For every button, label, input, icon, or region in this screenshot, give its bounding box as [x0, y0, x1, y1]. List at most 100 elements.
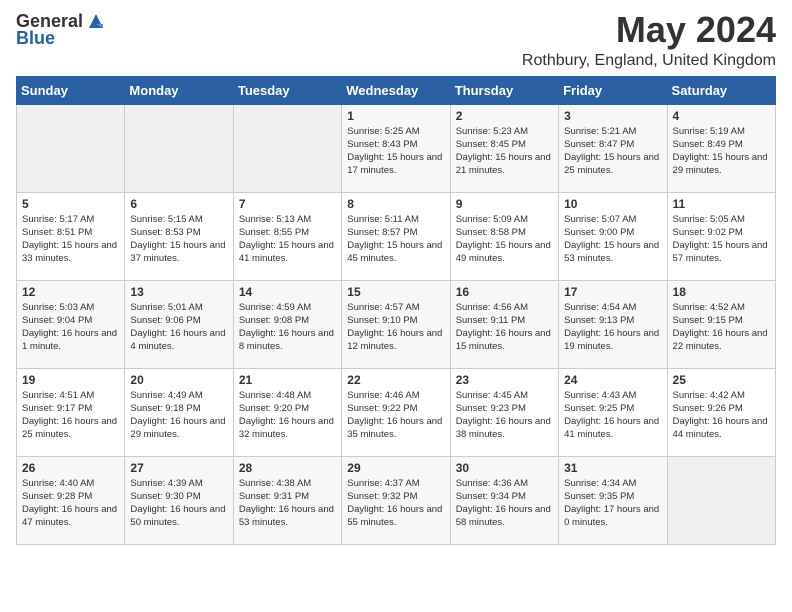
calendar-cell: 21 Sunrise: 4:48 AM Sunset: 9:20 PM Dayli… — [233, 368, 341, 456]
day-info: Sunrise: 4:40 AM Sunset: 9:28 PM Dayligh… — [22, 477, 119, 530]
calendar-cell: 30 Sunrise: 4:36 AM Sunset: 9:34 PM Dayli… — [450, 456, 558, 544]
col-wednesday: Wednesday — [342, 76, 450, 104]
day-info: Sunrise: 5:03 AM Sunset: 9:04 PM Dayligh… — [22, 301, 119, 354]
calendar-cell: 3Sunrise: 5:21 AM Sunset: 8:47 PM Daylig… — [559, 104, 667, 192]
day-info: Sunrise: 4:43 AM Sunset: 9:25 PM Dayligh… — [564, 389, 661, 442]
day-number: 17 — [564, 285, 661, 299]
day-number: 5 — [22, 197, 119, 211]
day-number: 21 — [239, 373, 336, 387]
calendar-cell: 29 Sunrise: 4:37 AM Sunset: 9:32 PM Dayli… — [342, 456, 450, 544]
day-info: Sunrise: 5:05 AM Sunset: 9:02 PM Dayligh… — [673, 213, 770, 266]
day-info: Sunrise: 4:42 AM Sunset: 9:26 PM Dayligh… — [673, 389, 770, 442]
day-info: Sunrise: 4:52 AM Sunset: 9:15 PM Dayligh… — [673, 301, 770, 354]
day-info: Sunrise: 4:45 AM Sunset: 9:23 PM Dayligh… — [456, 389, 553, 442]
header: General Blue May 2024 Rothbury, England,… — [16, 10, 776, 70]
calendar-subtitle: Rothbury, England, United Kingdom — [522, 52, 776, 70]
day-info: Sunrise: 4:56 AM Sunset: 9:11 PM Dayligh… — [456, 301, 553, 354]
calendar-cell: 18 Sunrise: 4:52 AM Sunset: 9:15 PM Dayli… — [667, 280, 775, 368]
day-number: 8 — [347, 197, 444, 211]
calendar-cell: 28 Sunrise: 4:38 AM Sunset: 9:31 PM Dayli… — [233, 456, 341, 544]
day-info: Sunrise: 5:25 AM Sunset: 8:43 PM Dayligh… — [347, 125, 444, 178]
day-info: Sunrise: 5:23 AM Sunset: 8:45 PM Dayligh… — [456, 125, 553, 178]
day-number: 31 — [564, 461, 661, 475]
calendar-cell: 13 Sunrise: 5:01 AM Sunset: 9:06 PM Dayli… — [125, 280, 233, 368]
day-info: Sunrise: 4:59 AM Sunset: 9:08 PM Dayligh… — [239, 301, 336, 354]
calendar-week-row: 5 Sunrise: 5:17 AM Sunset: 8:51 PM Daylig… — [17, 192, 776, 280]
day-number: 23 — [456, 373, 553, 387]
day-info: Sunrise: 4:37 AM Sunset: 9:32 PM Dayligh… — [347, 477, 444, 530]
calendar-cell: 9 Sunrise: 5:09 AM Sunset: 8:58 PM Daylig… — [450, 192, 558, 280]
day-number: 10 — [564, 197, 661, 211]
calendar-cell — [17, 104, 125, 192]
day-number: 26 — [22, 461, 119, 475]
calendar-cell: 14Sunrise: 4:59 AM Sunset: 9:08 PM Dayli… — [233, 280, 341, 368]
day-info: Sunrise: 4:34 AM Sunset: 9:35 PM Dayligh… — [564, 477, 661, 530]
day-info: Sunrise: 4:49 AM Sunset: 9:18 PM Dayligh… — [130, 389, 227, 442]
calendar-cell — [233, 104, 341, 192]
calendar-cell: 26 Sunrise: 4:40 AM Sunset: 9:28 PM Dayli… — [17, 456, 125, 544]
day-info: Sunrise: 5:01 AM Sunset: 9:06 PM Dayligh… — [130, 301, 227, 354]
calendar-cell — [125, 104, 233, 192]
day-info: Sunrise: 4:36 AM Sunset: 9:34 PM Dayligh… — [456, 477, 553, 530]
day-info: Sunrise: 5:19 AM Sunset: 8:49 PM Dayligh… — [673, 125, 770, 178]
day-info: Sunrise: 4:57 AM Sunset: 9:10 PM Dayligh… — [347, 301, 444, 354]
calendar-cell: 23 Sunrise: 4:45 AM Sunset: 9:23 PM Dayli… — [450, 368, 558, 456]
calendar-cell: 5 Sunrise: 5:17 AM Sunset: 8:51 PM Daylig… — [17, 192, 125, 280]
day-info: Sunrise: 4:38 AM Sunset: 9:31 PM Dayligh… — [239, 477, 336, 530]
day-number: 18 — [673, 285, 770, 299]
calendar-cell: 4 Sunrise: 5:19 AM Sunset: 8:49 PM Daylig… — [667, 104, 775, 192]
logo: General Blue — [16, 10, 107, 49]
day-number: 2 — [456, 109, 553, 123]
col-sunday: Sunday — [17, 76, 125, 104]
calendar-cell: 16 Sunrise: 4:56 AM Sunset: 9:11 PM Dayli… — [450, 280, 558, 368]
calendar-week-row: 19 Sunrise: 4:51 AM Sunset: 9:17 PM Dayli… — [17, 368, 776, 456]
calendar-cell: 20Sunrise: 4:49 AM Sunset: 9:18 PM Dayli… — [125, 368, 233, 456]
col-thursday: Thursday — [450, 76, 558, 104]
day-number: 9 — [456, 197, 553, 211]
day-info: Sunrise: 4:48 AM Sunset: 9:20 PM Dayligh… — [239, 389, 336, 442]
calendar-table: Sunday Monday Tuesday Wednesday Thursday… — [16, 76, 776, 545]
day-info: Sunrise: 4:39 AM Sunset: 9:30 PM Dayligh… — [130, 477, 227, 530]
calendar-cell: 22Sunrise: 4:46 AM Sunset: 9:22 PM Dayli… — [342, 368, 450, 456]
day-info: Sunrise: 5:07 AM Sunset: 9:00 PM Dayligh… — [564, 213, 661, 266]
col-monday: Monday — [125, 76, 233, 104]
day-number: 13 — [130, 285, 227, 299]
day-number: 3 — [564, 109, 661, 123]
logo-icon — [85, 10, 107, 32]
page: General Blue May 2024 Rothbury, England,… — [0, 0, 792, 612]
day-info: Sunrise: 5:09 AM Sunset: 8:58 PM Dayligh… — [456, 213, 553, 266]
calendar-cell: 7 Sunrise: 5:13 AM Sunset: 8:55 PM Daylig… — [233, 192, 341, 280]
day-info: Sunrise: 5:15 AM Sunset: 8:53 PM Dayligh… — [130, 213, 227, 266]
calendar-week-row: 1 Sunrise: 5:25 AM Sunset: 8:43 PM Daylig… — [17, 104, 776, 192]
calendar-cell: 12Sunrise: 5:03 AM Sunset: 9:04 PM Dayli… — [17, 280, 125, 368]
day-info: Sunrise: 5:13 AM Sunset: 8:55 PM Dayligh… — [239, 213, 336, 266]
day-number: 4 — [673, 109, 770, 123]
day-number: 15 — [347, 285, 444, 299]
day-number: 7 — [239, 197, 336, 211]
day-number: 11 — [673, 197, 770, 211]
calendar-cell: 8Sunrise: 5:11 AM Sunset: 8:57 PM Daylig… — [342, 192, 450, 280]
day-number: 22 — [347, 373, 444, 387]
calendar-header-row: Sunday Monday Tuesday Wednesday Thursday… — [17, 76, 776, 104]
day-number: 16 — [456, 285, 553, 299]
col-friday: Friday — [559, 76, 667, 104]
calendar-cell: 10 Sunrise: 5:07 AM Sunset: 9:00 PM Dayli… — [559, 192, 667, 280]
calendar-cell: 2 Sunrise: 5:23 AM Sunset: 8:45 PM Daylig… — [450, 104, 558, 192]
day-info: Sunrise: 5:17 AM Sunset: 8:51 PM Dayligh… — [22, 213, 119, 266]
day-number: 29 — [347, 461, 444, 475]
day-info: Sunrise: 4:51 AM Sunset: 9:17 PM Dayligh… — [22, 389, 119, 442]
calendar-cell: 25Sunrise: 4:42 AM Sunset: 9:26 PM Dayli… — [667, 368, 775, 456]
calendar-cell: 1 Sunrise: 5:25 AM Sunset: 8:43 PM Daylig… — [342, 104, 450, 192]
calendar-cell: 17Sunrise: 4:54 AM Sunset: 9:13 PM Dayli… — [559, 280, 667, 368]
day-number: 27 — [130, 461, 227, 475]
day-number: 6 — [130, 197, 227, 211]
calendar-cell — [667, 456, 775, 544]
day-number: 30 — [456, 461, 553, 475]
calendar-week-row: 12Sunrise: 5:03 AM Sunset: 9:04 PM Dayli… — [17, 280, 776, 368]
calendar-week-row: 26 Sunrise: 4:40 AM Sunset: 9:28 PM Dayli… — [17, 456, 776, 544]
day-number: 28 — [239, 461, 336, 475]
calendar-cell: 27 Sunrise: 4:39 AM Sunset: 9:30 PM Dayli… — [125, 456, 233, 544]
calendar-cell: 15 Sunrise: 4:57 AM Sunset: 9:10 PM Dayli… — [342, 280, 450, 368]
day-number: 1 — [347, 109, 444, 123]
day-number: 19 — [22, 373, 119, 387]
